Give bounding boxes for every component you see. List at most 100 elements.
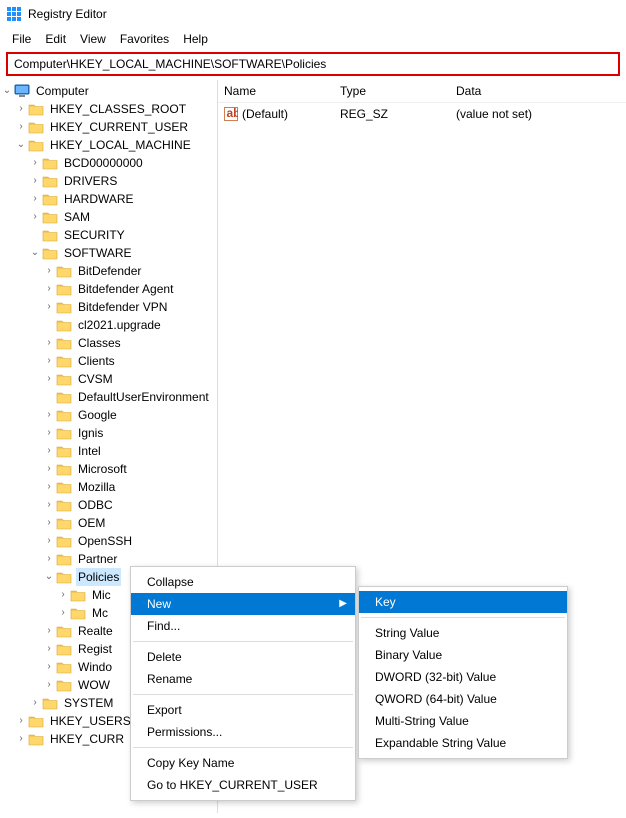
folder-icon xyxy=(56,660,72,674)
menu-edit[interactable]: Edit xyxy=(39,30,72,48)
expand-toggle-icon[interactable]: › xyxy=(42,622,56,640)
tree-label: BitDefender xyxy=(76,262,143,280)
ctx-permissions[interactable]: Permissions... xyxy=(131,721,355,743)
ctx-collapse[interactable]: Collapse xyxy=(131,571,355,593)
tree-key-hkey-classes-root[interactable]: ›HKEY_CLASSES_ROOT xyxy=(0,100,217,118)
expand-toggle-icon[interactable]: › xyxy=(42,442,56,460)
expand-toggle-icon[interactable]: › xyxy=(28,154,42,172)
ctx-new-expandstring[interactable]: Expandable String Value xyxy=(359,732,567,754)
ctx-new-string[interactable]: String Value xyxy=(359,622,567,644)
col-name[interactable]: Name xyxy=(224,84,340,98)
ctx-new-qword[interactable]: QWORD (64-bit) Value xyxy=(359,688,567,710)
expand-toggle-icon[interactable]: › xyxy=(14,100,28,118)
expand-toggle-icon[interactable]: › xyxy=(14,730,28,748)
folder-icon xyxy=(42,210,58,224)
expand-toggle-icon[interactable]: › xyxy=(42,280,56,298)
tree-key-drivers[interactable]: ›DRIVERS xyxy=(0,172,217,190)
menu-bar: File Edit View Favorites Help xyxy=(0,28,626,52)
folder-icon xyxy=(56,426,72,440)
menu-file[interactable]: File xyxy=(6,30,37,48)
tree-key-hkey-current-user[interactable]: ›HKEY_CURRENT_USER xyxy=(0,118,217,136)
expand-toggle-icon[interactable]: › xyxy=(28,694,42,712)
tree-label: OpenSSH xyxy=(76,532,134,550)
expand-toggle-icon[interactable]: ⌄ xyxy=(14,136,28,154)
ctx-new-key[interactable]: Key xyxy=(359,591,567,613)
expand-toggle-icon[interactable]: ⌄ xyxy=(42,568,56,586)
ctx-goto-hkcu[interactable]: Go to HKEY_CURRENT_USER xyxy=(131,774,355,796)
tree-key-clients[interactable]: ›Clients xyxy=(0,352,217,370)
expand-toggle-icon[interactable]: › xyxy=(42,676,56,694)
menu-view[interactable]: View xyxy=(74,30,112,48)
expand-toggle-icon[interactable]: › xyxy=(42,424,56,442)
expand-toggle-icon[interactable]: › xyxy=(42,532,56,550)
tree-key-microsoft[interactable]: ›Microsoft xyxy=(0,460,217,478)
expand-toggle-icon[interactable]: › xyxy=(42,496,56,514)
tree-key-google[interactable]: ›Google xyxy=(0,406,217,424)
tree-key-odbc[interactable]: ›ODBC xyxy=(0,496,217,514)
ctx-rename[interactable]: Rename xyxy=(131,668,355,690)
tree-root-computer[interactable]: ⌄Computer xyxy=(0,82,217,100)
tree-key-openssh[interactable]: › OpenSSH xyxy=(0,532,217,550)
tree-label: WOW xyxy=(76,676,112,694)
expand-toggle-icon[interactable]: › xyxy=(14,712,28,730)
tree-key-mozilla[interactable]: ›Mozilla xyxy=(0,478,217,496)
ctx-export[interactable]: Export xyxy=(131,699,355,721)
tree-key-intel[interactable]: ›Intel xyxy=(0,442,217,460)
tree-key-cvsm[interactable]: › CVSM xyxy=(0,370,217,388)
expand-toggle-icon[interactable]: › xyxy=(42,334,56,352)
menu-help[interactable]: Help xyxy=(177,30,214,48)
tree-key-oem[interactable]: ›OEM xyxy=(0,514,217,532)
address-bar[interactable]: Computer\HKEY_LOCAL_MACHINE\SOFTWARE\Pol… xyxy=(6,52,620,76)
expand-toggle-icon[interactable]: › xyxy=(42,658,56,676)
tree-key-bitdefender[interactable]: › BitDefender xyxy=(0,262,217,280)
expand-toggle-icon[interactable]: ⌄ xyxy=(0,82,14,100)
tree-key-defaultuserenvironment[interactable]: DefaultUserEnvironment xyxy=(0,388,217,406)
ctx-new-multistring[interactable]: Multi-String Value xyxy=(359,710,567,732)
expand-toggle-icon[interactable]: › xyxy=(42,550,56,568)
expand-toggle-icon[interactable]: › xyxy=(42,478,56,496)
ctx-new[interactable]: New▶ xyxy=(131,593,355,615)
expand-toggle-icon[interactable]: › xyxy=(14,118,28,136)
tree-key-ignis[interactable]: › Ignis xyxy=(0,424,217,442)
tree-key-security[interactable]: SECURITY xyxy=(0,226,217,244)
tree-label: Mc xyxy=(90,604,110,622)
expand-toggle-icon[interactable]: › xyxy=(42,298,56,316)
expand-toggle-icon[interactable]: › xyxy=(28,208,42,226)
menu-favorites[interactable]: Favorites xyxy=(114,30,175,48)
expand-toggle-icon[interactable]: › xyxy=(28,190,42,208)
tree-key-classes[interactable]: ›Classes xyxy=(0,334,217,352)
tree-key-bitdefender-vpn[interactable]: ›Bitdefender VPN xyxy=(0,298,217,316)
folder-icon xyxy=(56,462,72,476)
value-row[interactable]: ab (Default) REG_SZ (value not set) xyxy=(218,103,626,125)
expand-toggle-icon[interactable]: › xyxy=(42,370,56,388)
tree-key-software[interactable]: ⌄SOFTWARE xyxy=(0,244,217,262)
expand-toggle-icon[interactable]: › xyxy=(42,460,56,478)
expand-toggle-icon[interactable]: › xyxy=(56,604,70,622)
expand-toggle-icon[interactable]: ⌄ xyxy=(28,244,42,262)
tree-key-cl2021-upgrade[interactable]: cl2021.upgrade xyxy=(0,316,217,334)
expand-toggle-icon[interactable]: › xyxy=(42,514,56,532)
tree-label: CVSM xyxy=(76,370,115,388)
expand-toggle-icon[interactable]: › xyxy=(42,262,56,280)
expand-toggle-icon[interactable]: › xyxy=(56,586,70,604)
ctx-new-binary[interactable]: Binary Value xyxy=(359,644,567,666)
expand-toggle-icon[interactable]: › xyxy=(28,172,42,190)
expand-toggle-icon[interactable]: › xyxy=(42,352,56,370)
folder-icon xyxy=(56,282,72,296)
tree-label: Ignis xyxy=(76,424,105,442)
ctx-copy-key-name[interactable]: Copy Key Name xyxy=(131,752,355,774)
ctx-find[interactable]: Find... xyxy=(131,615,355,637)
tree-key-hardware[interactable]: ›HARDWARE xyxy=(0,190,217,208)
expand-toggle-icon[interactable]: › xyxy=(42,406,56,424)
tree-key-hkey-local-machine[interactable]: ⌄HKEY_LOCAL_MACHINE xyxy=(0,136,217,154)
folder-icon xyxy=(28,732,44,746)
col-type[interactable]: Type xyxy=(340,84,456,98)
col-data[interactable]: Data xyxy=(456,84,481,98)
ctx-delete[interactable]: Delete xyxy=(131,646,355,668)
tree-key-sam[interactable]: ›SAM xyxy=(0,208,217,226)
values-header[interactable]: Name Type Data xyxy=(218,80,626,103)
ctx-new-dword[interactable]: DWORD (32-bit) Value xyxy=(359,666,567,688)
tree-key-bitdefender-agent[interactable]: ›Bitdefender Agent xyxy=(0,280,217,298)
tree-key-bcd00000000[interactable]: ›BCD00000000 xyxy=(0,154,217,172)
expand-toggle-icon[interactable]: › xyxy=(42,640,56,658)
